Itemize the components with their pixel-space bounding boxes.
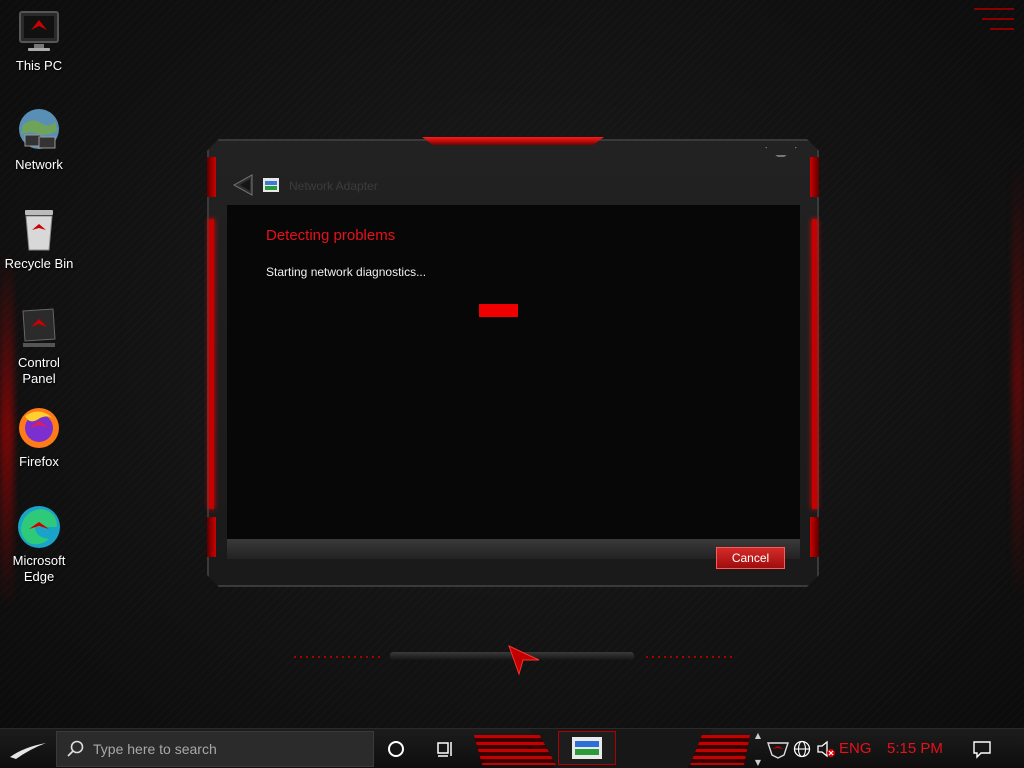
chevron-down-icon[interactable]: ▼ bbox=[755, 758, 761, 767]
search-icon bbox=[67, 740, 84, 757]
left-notch-bottom bbox=[207, 517, 216, 557]
network-icon bbox=[19, 109, 59, 149]
desktop-icon-edge[interactable]: Microsoft Edge bbox=[0, 503, 78, 585]
tray-scroll[interactable]: ▲ ▼ bbox=[752, 731, 764, 767]
edge-icon bbox=[18, 506, 60, 548]
left-red-rail bbox=[209, 219, 214, 509]
desktop-icon-network[interactable]: Network bbox=[0, 107, 78, 173]
desktop-icon-recycle-bin[interactable]: Recycle Bin bbox=[0, 206, 78, 272]
task-view-icon[interactable] bbox=[436, 739, 456, 759]
control-panel-icon bbox=[22, 308, 56, 347]
cortana-icon[interactable] bbox=[386, 739, 406, 759]
dialog-content: Detecting problems Starting network diag… bbox=[227, 205, 800, 539]
firefox-icon bbox=[19, 408, 59, 448]
dots-right bbox=[646, 656, 736, 658]
cancel-button[interactable]: Cancel bbox=[716, 547, 785, 569]
globe-icon[interactable] bbox=[793, 739, 811, 759]
taskbar-app-network-adapter[interactable] bbox=[558, 731, 616, 765]
dialog-footer bbox=[227, 539, 800, 559]
language-indicator[interactable]: ENG bbox=[839, 740, 872, 757]
right-notch-top bbox=[810, 157, 819, 197]
recycle-bin-icon bbox=[25, 210, 53, 251]
start-button[interactable] bbox=[0, 729, 56, 768]
notification-icon[interactable] bbox=[972, 739, 992, 759]
rog-tray-icon[interactable] bbox=[766, 739, 790, 759]
network-adapter-icon bbox=[572, 737, 602, 759]
dots-left bbox=[294, 656, 384, 658]
search-input[interactable] bbox=[93, 741, 373, 757]
desktop-icon-label: This PC bbox=[15, 58, 63, 73]
left-notch-top bbox=[207, 157, 216, 197]
network-diagnostics-dialog: Network Adapter Detecting problems Start… bbox=[207, 137, 819, 587]
progress-marquee-block bbox=[479, 304, 518, 317]
right-notch-bottom bbox=[810, 517, 819, 557]
start-logo-icon bbox=[10, 743, 46, 759]
right-red-rail bbox=[812, 219, 817, 509]
taskbar: ▲ ▼ ENG 5:15 PM bbox=[0, 728, 1024, 768]
dialog-top-accent bbox=[422, 137, 604, 145]
network-adapter-icon bbox=[263, 178, 279, 192]
this-pc-icon bbox=[19, 11, 59, 51]
right-edge-glow bbox=[1012, 160, 1024, 600]
desktop-icon-label: Firefox bbox=[19, 454, 59, 469]
back-arrow-icon[interactable] bbox=[232, 173, 256, 197]
desktop-icon-this-pc[interactable]: This PC bbox=[0, 8, 78, 74]
desktop-icon-label: Control Panel bbox=[18, 355, 60, 386]
search-bar[interactable] bbox=[56, 731, 374, 767]
status-text: Starting network diagnostics... bbox=[266, 265, 427, 279]
desktop-icon-label: Network bbox=[15, 157, 63, 172]
progress-indicator bbox=[407, 304, 627, 317]
desktop-icon-firefox[interactable]: Firefox bbox=[0, 404, 78, 470]
desktop-icon-label: Recycle Bin bbox=[4, 256, 74, 271]
dialog-heading: Detecting problems bbox=[266, 227, 396, 244]
desktop-icon-control-panel[interactable]: Control Panel bbox=[0, 305, 78, 387]
desktop-icon-label: Microsoft Edge bbox=[12, 553, 66, 584]
dialog-title: Network Adapter bbox=[289, 179, 378, 193]
rog-arrow-emblem bbox=[508, 645, 540, 676]
clock[interactable]: 5:15 PM bbox=[887, 740, 943, 757]
corner-decoration bbox=[974, 8, 1014, 38]
bottom-decoration bbox=[280, 645, 740, 678]
volume-muted-icon[interactable] bbox=[816, 739, 836, 759]
chevron-up-icon[interactable]: ▲ bbox=[755, 731, 761, 740]
